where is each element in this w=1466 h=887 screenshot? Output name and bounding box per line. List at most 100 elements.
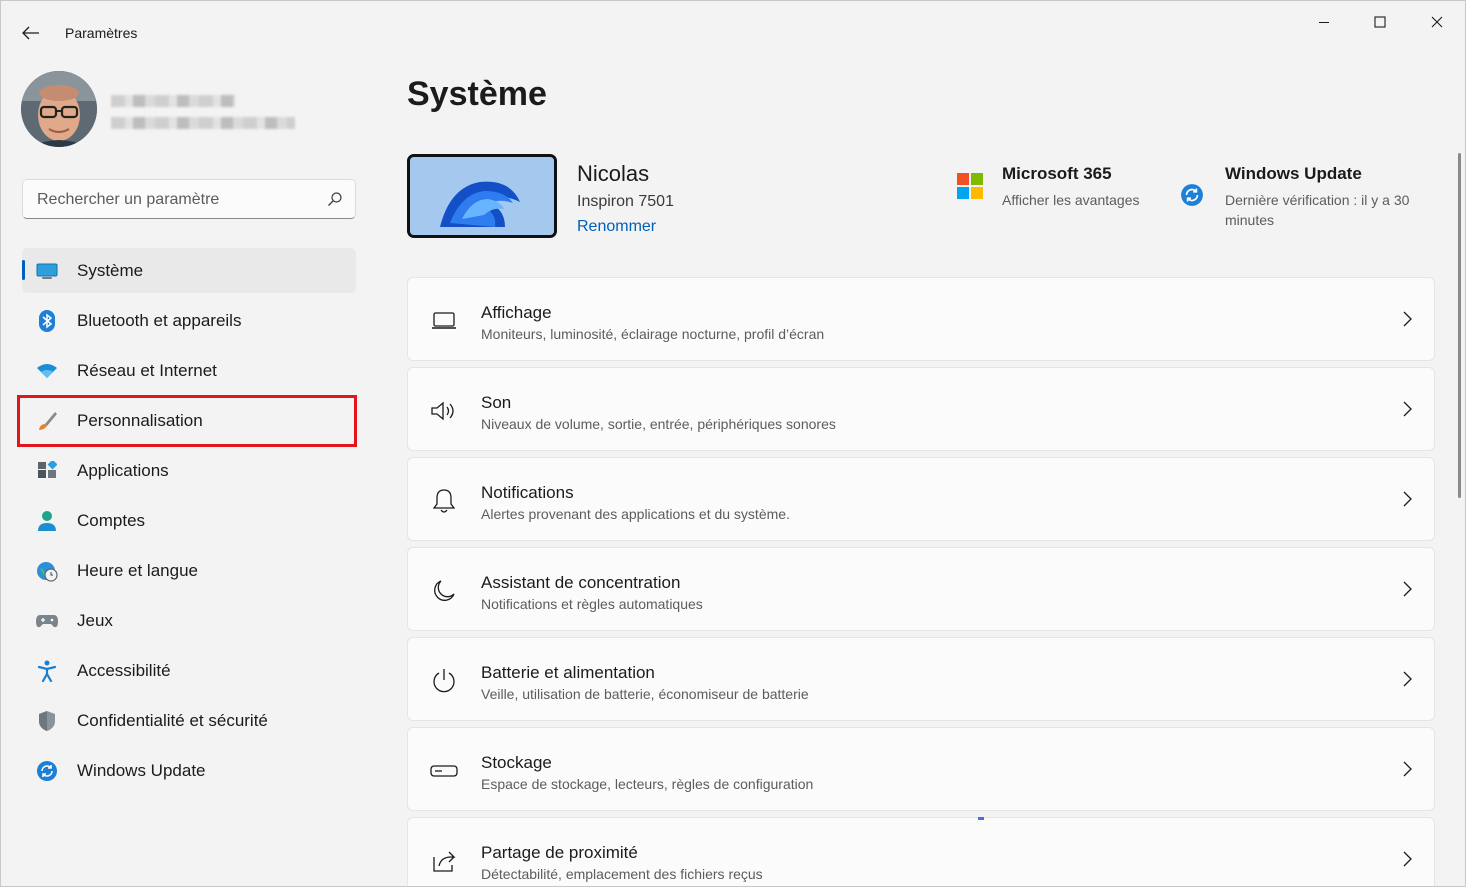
power-icon [430,668,458,694]
device-wallpaper-thumbnail [407,154,557,238]
card-subtitle: Détectabilité, emplacement des fichiers … [481,866,763,882]
minimize-button[interactable] [1301,7,1347,37]
promo-subtitle-line1: Dernière vérification : il y a 30 [1225,192,1410,208]
minimize-icon [1319,22,1329,23]
card-stockage[interactable]: Stockage Espace de stockage, lecteurs, r… [407,727,1435,811]
settings-window: Paramètres Rechercher un paramètre Systè… [0,0,1466,887]
update-icon [36,760,58,782]
promo-subtitle: Afficher les avantages [1002,192,1140,208]
speaker-icon [430,398,458,424]
sidebar-item-jeux[interactable]: Jeux [22,598,356,643]
maximize-icon [1374,16,1386,28]
device-name: Nicolas [577,161,650,186]
device-model: Inspiron 7501 [577,193,674,210]
sidebar-item-systeme[interactable]: Système [22,248,356,293]
card-title: Notifications [481,483,574,502]
sidebar-item-label: Personnalisation [77,411,203,430]
scrollbar[interactable] [1458,153,1461,498]
maximize-button[interactable] [1357,7,1403,37]
chevron-right-icon [1403,581,1412,597]
card-subtitle: Veille, utilisation de batterie, économi… [481,686,809,702]
card-title: Son [481,393,512,412]
sidebar-item-applications[interactable]: Applications [22,448,356,493]
active-indicator [22,260,25,280]
sidebar-item-confidentialite[interactable]: Confidentialité et sécurité [22,698,356,743]
blurred-user-name [111,95,235,107]
display-icon [430,308,458,334]
card-partage-proximite[interactable]: Partage de proximité Détectabilité, empl… [407,817,1435,886]
apps-icon [36,460,58,482]
search-box[interactable] [22,179,356,219]
card-title: Affichage [481,303,552,322]
promo-subtitle-line2: minutes [1225,212,1275,228]
accessibility-icon [36,660,58,682]
chevron-right-icon [1403,401,1412,417]
sidebar-item-label: Confidentialité et sécurité [77,711,268,730]
person-icon [36,510,58,532]
close-icon [1431,16,1443,28]
sidebar-item-bluetooth[interactable]: Bluetooth et appareils [22,298,356,343]
sidebar-item-label: Système [77,261,144,280]
sidebar-item-label: Applications [77,461,169,480]
arrow-left-icon [22,26,39,40]
blurred-user-email [111,117,295,129]
app-title: Paramètres [65,25,138,41]
sidebar-item-comptes[interactable]: Comptes [22,498,356,543]
bluetooth-icon [36,310,58,332]
card-affichage[interactable]: Affichage Moniteurs, luminosité, éclaira… [407,277,1435,361]
focus-marker [978,817,984,820]
promo-title: Windows Update [1225,164,1362,183]
storage-icon [430,758,458,784]
card-notifications[interactable]: Notifications Alertes provenant des appl… [407,457,1435,541]
avatar [21,71,97,147]
card-subtitle: Niveaux de volume, sortie, entrée, périp… [481,416,836,432]
brush-icon [36,410,58,432]
sidebar-item-label: Jeux [77,611,113,630]
sidebar-item-label: Comptes [77,511,146,530]
card-assistant-concentration[interactable]: Assistant de concentration Notifications… [407,547,1435,631]
chevron-right-icon [1403,491,1412,507]
chevron-right-icon [1403,851,1412,867]
share-icon [430,848,458,874]
chevron-right-icon [1403,311,1412,327]
card-title: Assistant de concentration [481,573,681,592]
promo-title: Microsoft 365 [1002,164,1112,183]
card-subtitle: Moniteurs, luminosité, éclairage nocturn… [481,326,825,342]
page-title: Système [407,75,547,113]
monitor-icon [36,260,58,282]
settings-list: Affichage Moniteurs, luminosité, éclaira… [407,277,1435,886]
title-bar: Paramètres [1,1,1465,45]
sidebar-item-windows-update[interactable]: Windows Update [22,748,356,793]
sidebar-item-heure-langue[interactable]: Heure et langue [22,548,356,593]
card-title: Stockage [481,753,552,772]
globe-clock-icon [36,560,58,582]
card-title: Batterie et alimentation [481,663,655,682]
close-button[interactable] [1414,7,1460,37]
sidebar-nav: Système Bluetooth et appareils Réseau et… [22,248,356,798]
card-subtitle: Notifications et règles automatiques [481,596,703,612]
wifi-icon [36,360,58,382]
chevron-right-icon [1403,761,1412,777]
sidebar-item-personnalisation[interactable]: Personnalisation [22,398,356,443]
sidebar-item-label: Réseau et Internet [77,361,217,380]
card-subtitle: Espace de stockage, lecteurs, règles de … [481,776,814,792]
card-batterie-alimentation[interactable]: Batterie et alimentation Veille, utilisa… [407,637,1435,721]
gamepad-icon [36,610,58,632]
card-subtitle: Alertes provenant des applications et du… [481,506,790,522]
sidebar-item-label: Bluetooth et appareils [77,311,242,330]
microsoft-logo-icon [957,173,983,199]
rename-link[interactable]: Renommer [577,218,656,236]
update-icon [1181,184,1203,206]
sidebar-item-reseau[interactable]: Réseau et Internet [22,348,356,393]
sidebar-item-label: Accessibilité [77,661,171,680]
card-son[interactable]: Son Niveaux de volume, sortie, entrée, p… [407,367,1435,451]
sidebar-item-label: Heure et langue [77,561,198,580]
search-input[interactable] [35,188,319,212]
sidebar-item-accessibilite[interactable]: Accessibilité [22,648,356,693]
search-icon[interactable] [327,191,343,207]
moon-icon [430,578,458,604]
card-title: Partage de proximité [481,843,638,862]
back-button[interactable] [15,19,47,47]
sidebar-item-label: Windows Update [77,761,206,780]
bell-icon [430,488,458,514]
